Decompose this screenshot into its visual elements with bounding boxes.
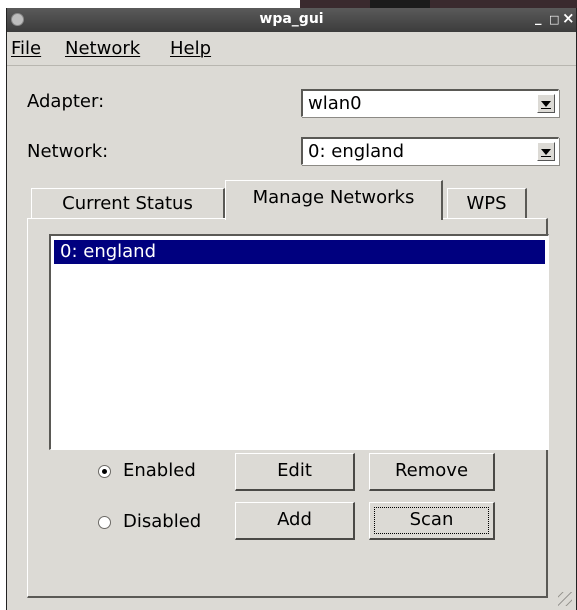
network-combobox[interactable]: 0: england — [301, 137, 559, 165]
disabled-label: Disabled — [123, 511, 202, 532]
adapter-combobox[interactable]: wlan0 — [301, 89, 559, 117]
menu-network-label: etwork — [78, 38, 141, 59]
background-window-strip — [300, 0, 577, 8]
tab-current-status[interactable]: Current Status — [31, 188, 225, 218]
adapter-value: wlan0 — [308, 93, 362, 114]
focus-rect — [374, 507, 489, 534]
networks-listbox[interactable]: 0: england — [49, 234, 549, 450]
adapter-label: Adapter: — [27, 91, 105, 112]
menu-file-hotkey: F — [11, 38, 21, 59]
edit-button[interactable]: Edit — [235, 453, 355, 491]
maximize-icon[interactable]: □ — [549, 12, 559, 28]
radio-unchecked-icon[interactable] — [98, 516, 111, 529]
enabled-label: Enabled — [123, 460, 196, 481]
menu-network[interactable]: Network — [65, 38, 140, 59]
chevron-down-icon[interactable] — [537, 142, 555, 161]
menu-network-hotkey: N — [65, 38, 79, 59]
radio-checked-icon[interactable] — [98, 465, 111, 478]
titlebar[interactable]: wpa_gui _ □ × — [7, 8, 576, 32]
menu-file[interactable]: File — [11, 38, 41, 59]
network-label: Network: — [27, 141, 109, 162]
chevron-down-icon[interactable] — [537, 94, 555, 113]
window-title: wpa_gui — [259, 11, 324, 27]
tab-manage-networks[interactable]: Manage Networks — [225, 180, 443, 220]
menu-help[interactable]: Help — [170, 38, 211, 59]
network-value: 0: england — [308, 141, 405, 162]
menu-help-hotkey: H — [170, 38, 184, 59]
close-icon[interactable]: × — [562, 10, 575, 26]
minimize-icon[interactable]: _ — [535, 11, 542, 27]
menubar: File Network Help — [7, 32, 576, 66]
menu-help-label: elp — [183, 38, 212, 59]
remove-button[interactable]: Remove — [369, 453, 495, 491]
resize-grip-icon[interactable] — [558, 592, 572, 606]
add-button[interactable]: Add — [235, 502, 355, 540]
menu-file-label: ile — [20, 38, 42, 59]
tab-wps[interactable]: WPS — [447, 188, 527, 218]
wpa-gui-window: wpa_gui _ □ × File Network Help Adapter:… — [6, 8, 577, 610]
scan-button[interactable]: Scan — [369, 502, 495, 540]
list-item[interactable]: 0: england — [54, 240, 545, 264]
